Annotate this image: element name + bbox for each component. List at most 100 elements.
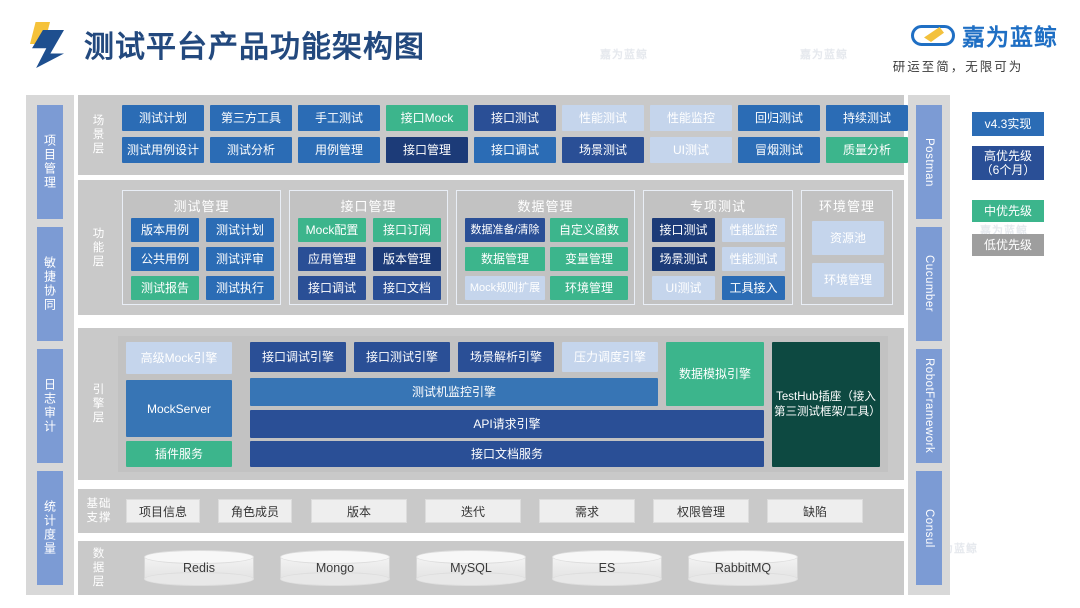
base-chip-role-member[interactable]: 角色成员 [218, 499, 292, 523]
function-group-api-management: 接口管理 Mock配置 接口订阅 应用管理 版本管理 接口调试 接口文档 [289, 190, 448, 305]
engine-chip-api-debug-engine[interactable]: 接口调试引擎 [250, 342, 346, 372]
engine-chip-testhub-socket[interactable]: TestHub插座（接入第三测试框架/工具） [772, 342, 881, 467]
rail-item-log-audit[interactable]: 日志审计 [37, 349, 63, 463]
rail-label: 日志审计 [42, 378, 57, 434]
base-chip-defect[interactable]: 缺陷 [767, 499, 863, 523]
legend-high-priority[interactable]: 高优先级 （6个月） [972, 146, 1044, 180]
function-group-test-management: 测试管理 版本用例 测试计划 公共用例 测试评审 测试报告 测试执行 [122, 190, 281, 305]
fn-chip-resource-pool[interactable]: 资源池 [812, 221, 884, 255]
fn-chip-env-management[interactable]: 环境管理 [550, 276, 628, 300]
fn-chip-tool-access[interactable]: 工具接入 [722, 276, 785, 300]
scene-chip-ui-test[interactable]: UI测试 [650, 137, 732, 163]
base-chip-permission[interactable]: 权限管理 [653, 499, 749, 523]
scene-chip-api-mock[interactable]: 接口Mock [386, 105, 468, 131]
engine-chip-pressure-schedule-engine[interactable]: 压力调度引擎 [562, 342, 658, 372]
scene-chip-api-management[interactable]: 接口管理 [386, 137, 468, 163]
engine-chip-api-test-engine[interactable]: 接口测试引擎 [354, 342, 450, 372]
fn-chip-version-management[interactable]: 版本管理 [373, 247, 441, 271]
legend-mid-priority[interactable]: 中优先级 [972, 200, 1044, 222]
base-support-layer: 基础 支撑 项目信息 角色成员 版本 迭代 需求 权限管理 缺陷 [78, 489, 904, 533]
fn-chip-mock-config[interactable]: Mock配置 [298, 218, 366, 242]
fn-chip-api-subscribe[interactable]: 接口订阅 [373, 218, 441, 242]
base-chip-project-info[interactable]: 项目信息 [126, 499, 200, 523]
fn-chip-test-review[interactable]: 测试评审 [206, 247, 274, 271]
engine-bar-api-request-engine[interactable]: API请求引擎 [250, 410, 764, 438]
rail-item-consul[interactable]: Consul [916, 471, 942, 585]
scene-chip-performance-monitor[interactable]: 性能监控 [650, 105, 732, 131]
scene-layer: 场 景 层 测试计划 第三方工具 手工测试 接口Mock 接口测试 性能测试 性… [78, 95, 908, 175]
label-line: 据 [92, 562, 106, 574]
fn-chip-perf-test[interactable]: 性能测试 [722, 247, 785, 271]
db-label: Redis [183, 561, 215, 575]
fn-chip-api-debug[interactable]: 接口调试 [298, 276, 366, 300]
fn-chip-public-case[interactable]: 公共用例 [131, 247, 199, 271]
group-title: 专项测试 [689, 199, 746, 214]
rail-label: Consul [923, 508, 935, 548]
brand-block: 嘉为蓝鲸 研运至简，无限可为 [858, 18, 1058, 75]
engine-chip-data-simulation[interactable]: 数据模拟引擎 [666, 342, 764, 406]
fn-chip-api-test[interactable]: 接口测试 [652, 218, 715, 242]
base-chip-version[interactable]: 版本 [311, 499, 407, 523]
fn-chip-variable-management[interactable]: 变量管理 [550, 247, 628, 271]
scene-chip-api-test[interactable]: 接口测试 [474, 105, 556, 131]
rail-item-cucumber[interactable]: Cucumber [916, 227, 942, 341]
rail-item-robotframework[interactable]: RobotFramework [916, 349, 942, 463]
scene-chip-testcase-design[interactable]: 测试用例设计 [122, 137, 204, 163]
scene-chip-test-analysis[interactable]: 测试分析 [210, 137, 292, 163]
group-title: 环境管理 [818, 199, 875, 214]
db-cylinder-redis[interactable]: Redis [144, 550, 254, 586]
fn-chip-test-report[interactable]: 测试报告 [131, 276, 199, 300]
fn-chip-app-management[interactable]: 应用管理 [298, 247, 366, 271]
scene-chip-case-management[interactable]: 用例管理 [298, 137, 380, 163]
rail-item-project-management[interactable]: 项目管理 [37, 105, 63, 219]
engine-bar-test-machine-monitor[interactable]: 测试机监控引擎 [250, 378, 658, 406]
scene-chip-performance-test[interactable]: 性能测试 [562, 105, 644, 131]
function-layer-label: 功 能 层 [86, 227, 112, 269]
base-chip-iteration[interactable]: 迭代 [425, 499, 521, 523]
fn-chip-data-prepare-clean[interactable]: 数据准备/清除 [465, 218, 545, 242]
rail-label: 敏捷协同 [42, 256, 57, 312]
data-layer-label: 数 据 层 [86, 547, 112, 589]
fn-chip-ui-test[interactable]: UI测试 [652, 276, 715, 300]
fn-chip-mock-rule-extension[interactable]: Mock规则扩展 [465, 276, 545, 300]
engine-chip-mockserver[interactable]: MockServer [126, 380, 232, 437]
db-cylinder-es[interactable]: ES [552, 550, 662, 586]
scene-chip-quality-analysis[interactable]: 质量分析 [826, 137, 908, 163]
fn-chip-perf-monitor[interactable]: 性能监控 [722, 218, 785, 242]
engine-chip-advanced-mock[interactable]: 高级Mock引擎 [126, 342, 232, 374]
scene-chip-third-party-tool[interactable]: 第三方工具 [210, 105, 292, 131]
engine-chip-scenario-parse-engine[interactable]: 场景解析引擎 [458, 342, 554, 372]
base-chip-requirement[interactable]: 需求 [539, 499, 635, 523]
label-line: 景 [92, 129, 106, 141]
fn-chip-data-management[interactable]: 数据管理 [465, 247, 545, 271]
legend-low-priority[interactable]: 低优先级 [972, 234, 1044, 256]
fn-chip-env-management-2[interactable]: 环境管理 [812, 263, 884, 297]
engine-bar-api-doc-service[interactable]: 接口文档服务 [250, 441, 764, 467]
scene-chip-continuous-test[interactable]: 持续测试 [826, 105, 908, 131]
architecture-diagram-page: 测试平台产品功能架构图 嘉为蓝鲸 研运至简，无限可为 嘉为蓝鲸 嘉为蓝鲸 嘉为蓝… [0, 0, 1080, 608]
page-header: 测试平台产品功能架构图 嘉为蓝鲸 研运至简，无限可为 [0, 0, 1080, 88]
db-cylinder-mongo[interactable]: Mongo [280, 550, 390, 586]
label-line: 场 [92, 115, 106, 127]
rail-item-agile-collaboration[interactable]: 敏捷协同 [37, 227, 63, 341]
legend-v43[interactable]: v4.3实现 [972, 112, 1044, 136]
fn-chip-api-doc[interactable]: 接口文档 [373, 276, 441, 300]
lightning-shard-logo-icon [26, 22, 70, 68]
rail-item-postman[interactable]: Postman [916, 105, 942, 219]
db-cylinder-mysql[interactable]: MySQL [416, 550, 526, 586]
fn-chip-version-case[interactable]: 版本用例 [131, 218, 199, 242]
scene-chip-scenario-test[interactable]: 场景测试 [562, 137, 644, 163]
fn-chip-custom-function[interactable]: 自定义函数 [550, 218, 628, 242]
scene-chip-smoke-test[interactable]: 冒烟测试 [738, 137, 820, 163]
rail-item-statistics-metrics[interactable]: 统计度量 [37, 471, 63, 585]
fn-chip-test-execution[interactable]: 测试执行 [206, 276, 274, 300]
db-cylinder-rabbitmq[interactable]: RabbitMQ [688, 550, 798, 586]
engine-chip-plugin-service[interactable]: 插件服务 [126, 441, 232, 467]
scene-chip-api-debug[interactable]: 接口调试 [474, 137, 556, 163]
fn-chip-test-plan[interactable]: 测试计划 [206, 218, 274, 242]
scene-chip-regression-test[interactable]: 回归测试 [738, 105, 820, 131]
scene-chip-test-plan[interactable]: 测试计划 [122, 105, 204, 131]
brand-name: 嘉为蓝鲸 [962, 24, 1058, 50]
fn-chip-scenario-test[interactable]: 场景测试 [652, 247, 715, 271]
scene-chip-manual-test[interactable]: 手工测试 [298, 105, 380, 131]
